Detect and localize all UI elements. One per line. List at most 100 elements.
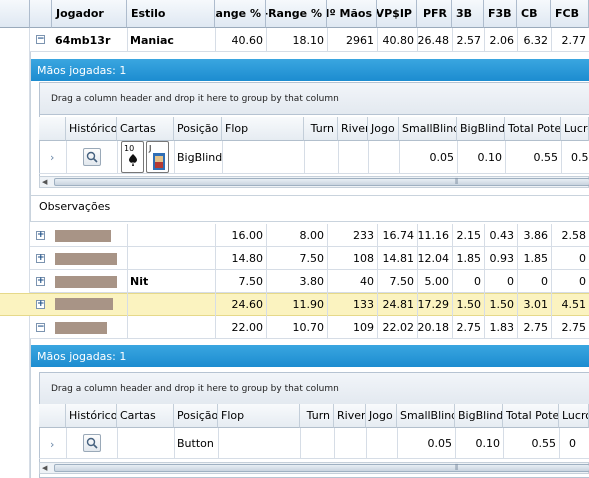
player-style: Nit: [130, 275, 149, 288]
col-jogo-header[interactable]: Jogo: [366, 404, 397, 428]
col-f3b-header[interactable]: F3B: [484, 0, 517, 28]
f3b-value: 1.50: [489, 298, 515, 311]
plus-expander-icon[interactable]: +: [36, 300, 45, 309]
pfr-value: 26.48: [417, 33, 450, 47]
vpip-value: 16.74: [382, 229, 415, 242]
scroll-left-icon[interactable]: ◀: [42, 178, 47, 186]
f3b-value: 0.93: [489, 252, 515, 265]
col-turn-header[interactable]: Turn: [300, 404, 334, 428]
scroll-left-icon[interactable]: ◀: [42, 464, 47, 472]
col-turn-header[interactable]: Turn: [304, 117, 338, 141]
col-totalpote-header[interactable]: Total Pote: [505, 117, 561, 141]
scrollbar-thumb[interactable]: [54, 178, 589, 186]
plus-expander-icon[interactable]: +: [36, 277, 45, 286]
detail-indicator-header: [39, 404, 66, 428]
col-jogador-header[interactable]: Jogador: [52, 0, 127, 28]
detail-lucro: 0.55: [571, 151, 589, 164]
magnifier-history-icon[interactable]: [83, 434, 101, 452]
fcb-value: 2.75: [561, 321, 587, 334]
pfr-value: 20.18: [417, 321, 450, 334]
player-style: Maniac: [130, 33, 174, 47]
scrollbar-thumb[interactable]: [54, 464, 589, 472]
col-bigblind-header[interactable]: BigBlind: [457, 117, 505, 141]
col-historico-header[interactable]: Histórico: [66, 117, 117, 141]
col-totalpote-header[interactable]: Total Pote: [503, 404, 559, 428]
col-3b-header[interactable]: 3B: [452, 0, 484, 28]
detail-totalpote: 0.55: [531, 437, 557, 450]
crange-value: 18.10: [292, 33, 325, 47]
group-by-panel[interactable]: Drag a column header and drop it here to…: [39, 82, 589, 115]
col-river-header[interactable]: River: [338, 117, 368, 141]
col-flop-header[interactable]: Flop: [222, 117, 304, 141]
plus-expander-icon[interactable]: +: [36, 254, 45, 263]
3b-value: 2.15: [456, 229, 482, 242]
nmaos-value: 133: [353, 298, 374, 311]
3b-value: 2.75: [456, 321, 482, 334]
col-cb-header[interactable]: CB: [517, 0, 551, 28]
col-smallblind-header[interactable]: SmallBlind: [397, 404, 455, 428]
expander-header: [30, 0, 52, 28]
player-name: 64mb13r: [55, 33, 111, 47]
detail-smallblind: 0.05: [429, 151, 455, 164]
fcb-value: 2.77: [561, 33, 587, 47]
pfr-value: 5.00: [424, 275, 450, 288]
pfr-value: 17.29: [417, 298, 450, 311]
col-posicao-header[interactable]: Posição: [174, 404, 218, 428]
chevron-right-icon: ›: [50, 150, 55, 164]
nmaos-value: 40: [360, 275, 374, 288]
group-by-panel[interactable]: Drag a column header and drop it here to…: [39, 372, 589, 405]
detail-title-bar: Mãos jogadas: 1: [31, 59, 589, 81]
col-pfr-header[interactable]: PFR: [417, 0, 452, 28]
grip-icon: ⦀: [455, 463, 459, 472]
detail-bigblind: 0.10: [475, 437, 501, 450]
col-bigblind-header[interactable]: BigBlind: [455, 404, 503, 428]
col-cartas-header[interactable]: Cartas: [117, 404, 174, 428]
col-lucro-header[interactable]: Lucro: [559, 404, 589, 428]
col-fcb-header[interactable]: FCB: [551, 0, 589, 28]
range-value: 22.00: [231, 321, 264, 334]
minus-expander-icon[interactable]: −: [36, 323, 45, 332]
col-cartas-header[interactable]: Cartas: [117, 117, 174, 141]
player-stats-window: Jogador Estilo Range % C-Range % Nº Mãos…: [0, 0, 589, 478]
cb-value: 3.86: [523, 229, 549, 242]
row-indicator-column: [0, 28, 30, 478]
cb-value: 0: [541, 275, 548, 288]
nmaos-value: 109: [353, 321, 374, 334]
col-jogo-header[interactable]: Jogo: [368, 117, 399, 141]
vpip-value: 14.81: [382, 252, 415, 265]
col-range-header[interactable]: Range %: [215, 0, 266, 28]
col-posicao-header[interactable]: Posição: [174, 117, 222, 141]
col-smallblind-header[interactable]: SmallBlind: [399, 117, 457, 141]
pfr-value: 12.04: [417, 252, 450, 265]
range-value: 14.80: [231, 252, 264, 265]
indicator-header: [0, 0, 30, 28]
3b-value: 1.50: [456, 298, 482, 311]
fcb-value: 2.58: [561, 229, 587, 242]
detail-bigblind: 0.10: [477, 151, 503, 164]
col-lucro-header[interactable]: Lucro: [561, 117, 589, 141]
col-flop-header[interactable]: Flop: [218, 404, 300, 428]
col-estilo-header[interactable]: Estilo: [127, 0, 215, 28]
horizontal-scrollbar[interactable]: ◀ ⦀: [39, 176, 589, 188]
vpip-value: 22.02: [382, 321, 415, 334]
vpip-value: 7.50: [389, 275, 415, 288]
redacted-player-name: [55, 298, 113, 310]
cb-value: 6.32: [523, 33, 549, 47]
f3b-value: 0.43: [489, 229, 515, 242]
magnifier-history-icon[interactable]: [83, 148, 101, 166]
redacted-player-name: [55, 322, 107, 334]
col-river-header[interactable]: River: [334, 404, 366, 428]
col-historico-header[interactable]: Histórico: [66, 404, 117, 428]
col-crange-header[interactable]: C-Range %: [266, 0, 327, 28]
minus-expander-icon[interactable]: −: [36, 35, 45, 44]
fcb-value: 4.51: [561, 298, 587, 311]
col-nmaos-header[interactable]: Nº Mãos: [327, 0, 377, 28]
nmaos-value: 233: [353, 229, 374, 242]
plus-expander-icon[interactable]: +: [36, 231, 45, 240]
detail-indicator-header: [39, 117, 66, 141]
nmaos-value: 2961: [346, 33, 374, 47]
col-vpip-header[interactable]: VP$IP: [377, 0, 417, 28]
range-value: 7.50: [238, 275, 264, 288]
horizontal-scrollbar[interactable]: ◀ ⦀: [39, 462, 589, 474]
cb-value: 2.75: [523, 321, 549, 334]
